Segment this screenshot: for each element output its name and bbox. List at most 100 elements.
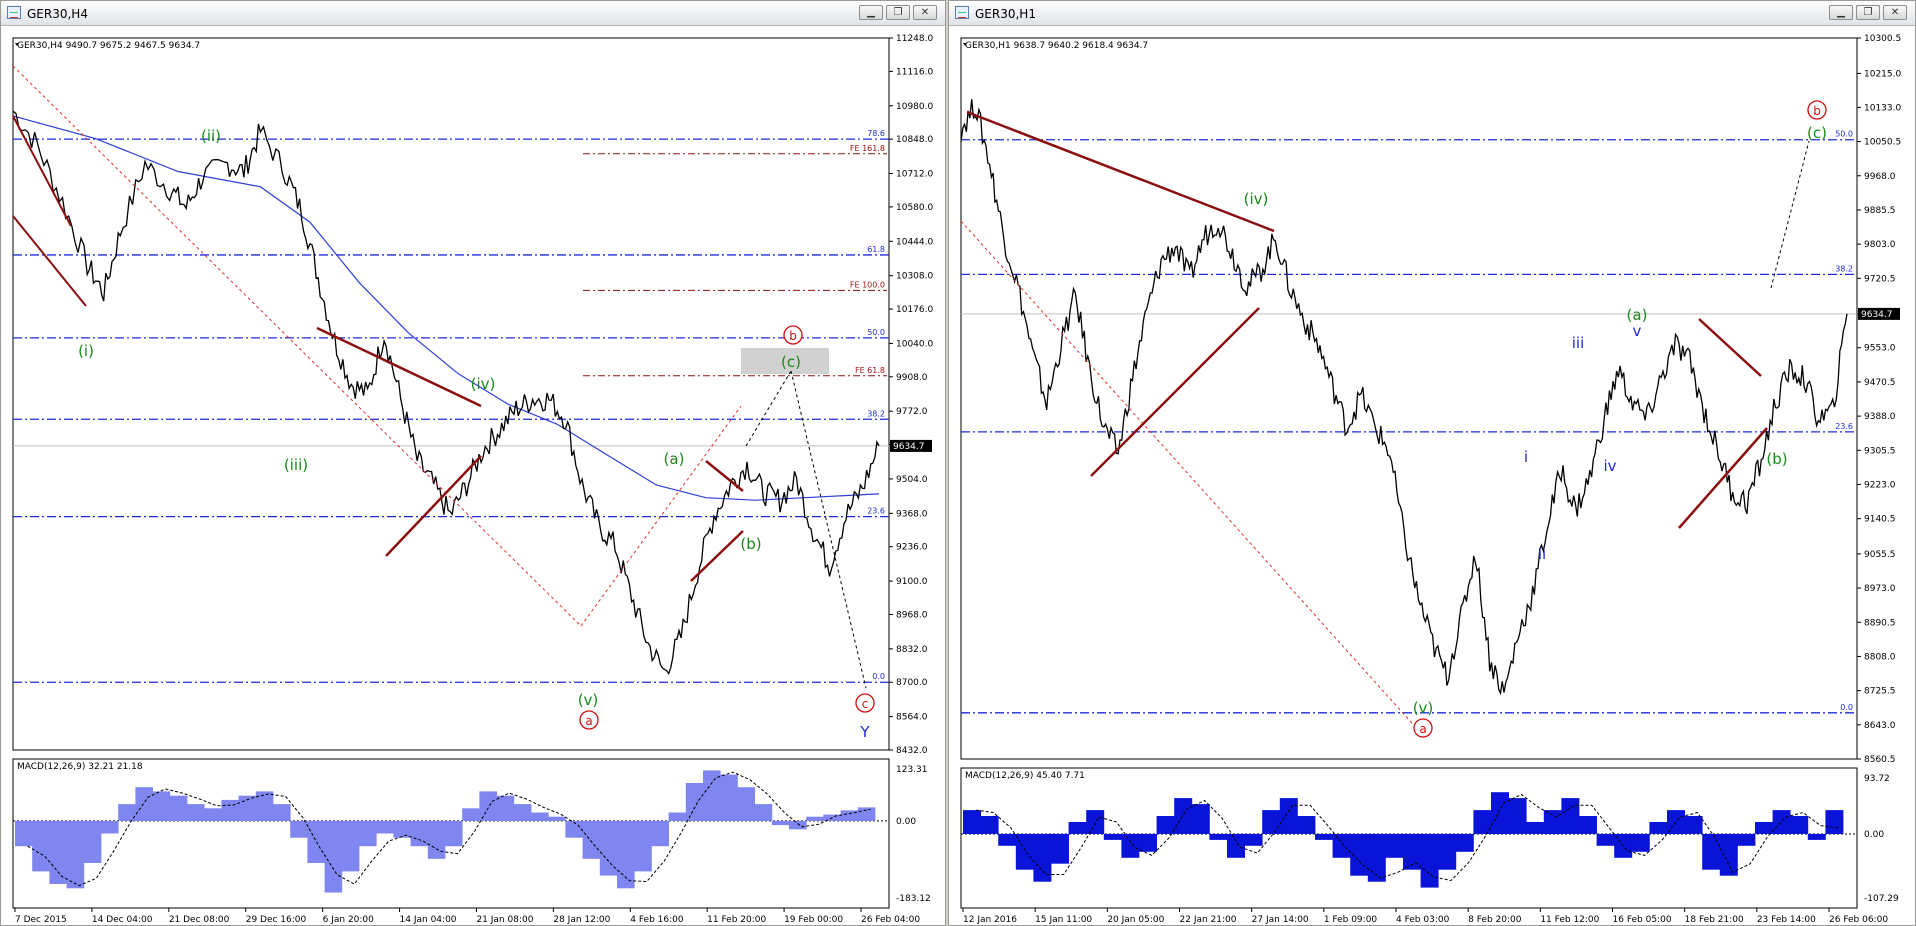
wave-label: (c): [781, 353, 801, 371]
close-button[interactable]: ✕: [1883, 5, 1907, 20]
price-tick-label: 8560.5: [1864, 755, 1896, 765]
time-tick-label: 7 Dec 2015: [15, 915, 67, 925]
chart-window-h1[interactable]: GER30,H1 ▁ ❐ ✕ GER30,H1 9638.7 9640.2 96…: [948, 0, 1916, 926]
macd-histogram-bar: [32, 820, 50, 872]
macd-tick-label: -183.12: [896, 894, 931, 904]
macd-histogram-bar: [290, 820, 308, 838]
fib-level-label: 50.0: [1835, 130, 1853, 139]
wave-label: Y: [859, 723, 870, 741]
macd-histogram-bar: [720, 774, 738, 821]
macd-histogram-bar: [152, 791, 171, 821]
window-titlebar[interactable]: GER30,H1 ▁ ❐ ✕: [949, 1, 1915, 26]
macd-histogram-bar: [1825, 810, 1844, 834]
price-tick-label: 10712.0: [896, 170, 933, 180]
chart-window-h4[interactable]: GER30,H4 ▁ ❐ ✕ GER30,H4 9490.7 9675.2 94…: [0, 0, 946, 926]
price-tick-label: 9100.0: [896, 577, 928, 587]
macd-histogram-bar: [565, 820, 583, 838]
macd-histogram-bar: [651, 820, 669, 847]
chart-header: GER30,H4 9490.7 9675.2 9467.5 9634.7: [17, 41, 200, 51]
fe-level-label: FE 100.0: [850, 280, 885, 289]
macd-label: MACD(12,26,9) 45.40 7.71: [965, 771, 1085, 781]
macd-histogram-bar: [1649, 822, 1668, 834]
macd-histogram-bar: [1332, 833, 1351, 858]
price-tick-label: 9885.5: [1864, 206, 1896, 216]
macd-histogram-bar: [1491, 792, 1509, 834]
time-tick-label: 8 Feb 20:00: [1468, 915, 1522, 925]
time-tick-label: 23 Feb 14:00: [1757, 915, 1816, 925]
macd-histogram-bar: [513, 804, 532, 821]
window-titlebar[interactable]: GER30,H4 ▁ ❐ ✕: [1, 1, 945, 26]
fib-level-label: 23.6: [1835, 422, 1853, 431]
macd-tick-label: 0.00: [1864, 830, 1884, 840]
macd-histogram-bar: [980, 816, 999, 834]
price-tick-label: 8808.0: [1864, 652, 1896, 662]
price-tick-label: 9223.0: [1864, 480, 1896, 490]
macd-histogram-bar: [1297, 816, 1316, 834]
macd-histogram-bar: [754, 804, 773, 821]
macd-histogram-bar: [531, 812, 549, 821]
price-tick-label: 8432.0: [896, 746, 928, 756]
chart-area[interactable]: GER30,H4 9490.7 9675.2 9467.5 9634.7 1124…: [1, 26, 945, 925]
macd-histogram-bar: [427, 820, 446, 859]
fib-level-label: 38.2: [1835, 264, 1853, 273]
macd-histogram-bar: [857, 807, 876, 821]
macd-histogram-bar: [1086, 810, 1105, 834]
chart-window-icon: [955, 6, 969, 19]
macd-histogram-bar: [703, 770, 721, 821]
wave-label: c: [862, 697, 869, 711]
minimize-button[interactable]: ▁: [859, 5, 883, 20]
h4-chart-svg[interactable]: GER30,H4 9490.7 9675.2 9467.5 9634.7 1124…: [1, 26, 946, 926]
chart-area[interactable]: GER30,H1 9638.7 9640.2 9618.4 9634.7 1030…: [949, 26, 1915, 925]
macd-histogram-bar: [273, 804, 291, 821]
price-tick-label: 8643.0: [1864, 721, 1896, 731]
macd-histogram-bar: [1315, 833, 1333, 840]
macd-histogram-bar: [668, 812, 687, 821]
wave-label: b: [1813, 104, 1821, 118]
fe-level-label: FE 161.8: [850, 144, 885, 153]
macd-histogram-bar: [1579, 816, 1597, 834]
close-button[interactable]: ✕: [913, 5, 937, 20]
wave-label: (b): [1766, 450, 1787, 468]
macd-histogram-bar: [445, 820, 463, 847]
price-tick-label: 9388.0: [1864, 412, 1896, 422]
current-price-label: 9634.7: [1861, 310, 1893, 320]
macd-histogram-bar: [582, 820, 601, 859]
minimize-button[interactable]: ▁: [1829, 5, 1853, 20]
macd-histogram-bar: [1279, 798, 1298, 834]
restore-button[interactable]: ❐: [886, 5, 910, 20]
current-price-label: 9634.7: [893, 442, 925, 452]
macd-histogram-bar: [324, 820, 343, 893]
macd-histogram-bar: [789, 820, 807, 830]
price-tick-label: 8832.0: [896, 645, 928, 655]
fib-level-label: 0.0: [1840, 703, 1853, 712]
fib-level-label: 61.8: [867, 245, 885, 254]
window-title: GER30,H1: [975, 7, 1036, 21]
macd-histogram-bar: [617, 820, 635, 889]
price-tick-label: 8968.0: [896, 610, 928, 620]
price-tick-label: 9908.0: [896, 373, 928, 383]
price-tick-label: 9055.5: [1864, 550, 1896, 560]
macd-histogram-bar: [1103, 833, 1122, 840]
macd-histogram-bar: [393, 820, 411, 838]
macd-histogram-bar: [1068, 822, 1087, 834]
price-tick-label: 8973.0: [1864, 584, 1896, 594]
macd-histogram-bar: [479, 791, 497, 821]
time-tick-label: 26 Feb 06:00: [1829, 915, 1888, 925]
price-tick-label: 10215.0: [1864, 69, 1901, 79]
fib-level-label: 50.0: [867, 328, 885, 337]
wave-label: ii: [1538, 545, 1546, 563]
h1-chart-svg[interactable]: GER30,H1 9638.7 9640.2 9618.4 9634.7 1030…: [949, 26, 1916, 926]
wave-label: (iv): [471, 375, 496, 393]
wave-label: b: [789, 329, 797, 343]
macd-histogram-bar: [1790, 816, 1809, 834]
macd-histogram-bar: [118, 804, 136, 821]
time-tick-label: 1 Feb 09:00: [1324, 915, 1378, 925]
macd-histogram-bar: [1191, 804, 1210, 834]
time-tick-label: 11 Feb 12:00: [1540, 915, 1599, 925]
price-tick-label: 10980.0: [896, 102, 933, 112]
price-tick-label: 9720.5: [1864, 274, 1896, 284]
wave-label: a: [585, 714, 592, 728]
restore-button[interactable]: ❐: [1856, 5, 1880, 20]
time-tick-label: 18 Feb 21:00: [1685, 915, 1744, 925]
wave-label: (iii): [284, 456, 308, 474]
